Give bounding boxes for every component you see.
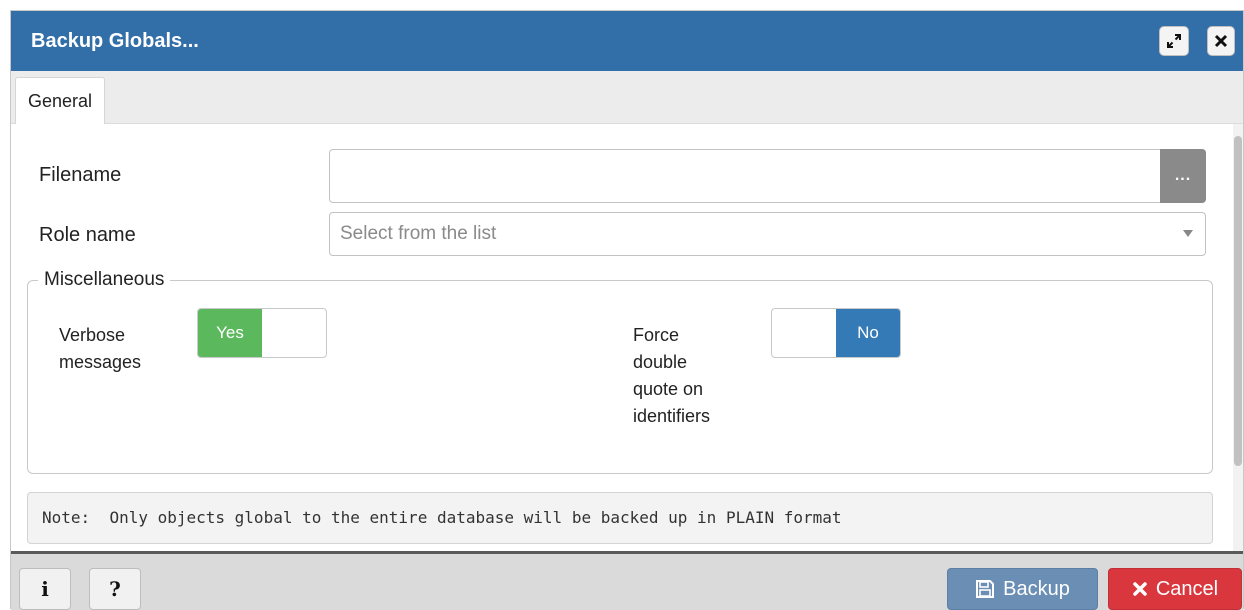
cancel-button[interactable]: Cancel bbox=[1108, 568, 1242, 610]
role-name-select[interactable]: Select from the list bbox=[329, 212, 1206, 256]
scrollbar-thumb[interactable] bbox=[1234, 136, 1242, 466]
tab-general[interactable]: General bbox=[15, 77, 106, 124]
dialog-footer: i ? Backup Cancel bbox=[11, 551, 1243, 610]
filename-label: Filename bbox=[39, 164, 122, 186]
force-double-quote-label: Force double quote on identifiers bbox=[633, 325, 711, 426]
save-icon bbox=[976, 580, 995, 598]
vertical-scrollbar[interactable] bbox=[1233, 124, 1243, 551]
force-double-quote-toggle[interactable]: No bbox=[771, 308, 901, 358]
close-icon bbox=[1133, 582, 1147, 596]
miscellaneous-group: Miscellaneous bbox=[27, 269, 1213, 474]
toggle-yes: Yes bbox=[198, 309, 262, 357]
verbose-messages-label: Verbose messages bbox=[59, 325, 142, 372]
miscellaneous-legend: Miscellaneous bbox=[44, 269, 165, 290]
backup-globals-dialog: Backup Globals... General Filename ... R… bbox=[10, 10, 1244, 610]
cancel-label: Cancel bbox=[1155, 577, 1219, 600]
dialog-content: Filename ... Role name Select from the l… bbox=[11, 124, 1243, 551]
toggle-no: No bbox=[836, 309, 900, 357]
filename-input[interactable]: ... bbox=[329, 149, 1206, 203]
info-icon: i bbox=[41, 577, 49, 601]
expand-icon bbox=[1167, 34, 1181, 48]
note-text: Only objects global to the entire databa… bbox=[109, 508, 842, 527]
maximize-button[interactable] bbox=[1159, 26, 1189, 56]
backup-button[interactable]: Backup bbox=[947, 568, 1098, 610]
role-name-label: Role name bbox=[39, 224, 136, 246]
dialog-titlebar[interactable]: Backup Globals... bbox=[11, 11, 1243, 72]
chevron-down-icon bbox=[1183, 230, 1193, 237]
note-box: Note: Only objects global to the entire … bbox=[27, 492, 1213, 544]
tab-bar: General bbox=[11, 71, 1243, 124]
verbose-messages-toggle[interactable]: Yes bbox=[197, 308, 327, 358]
backup-label: Backup bbox=[1003, 577, 1070, 600]
help-icon: ? bbox=[109, 577, 121, 601]
dialog-title: Backup Globals... bbox=[31, 30, 199, 52]
info-button[interactable]: i bbox=[19, 568, 71, 610]
close-button[interactable] bbox=[1207, 26, 1235, 56]
help-button[interactable]: ? bbox=[89, 568, 141, 610]
browse-button[interactable]: ... bbox=[1160, 149, 1206, 203]
note-prefix: Note: bbox=[42, 508, 91, 527]
role-name-placeholder: Select from the list bbox=[340, 223, 497, 244]
close-icon bbox=[1214, 34, 1228, 48]
ellipsis-icon: ... bbox=[1174, 167, 1192, 184]
